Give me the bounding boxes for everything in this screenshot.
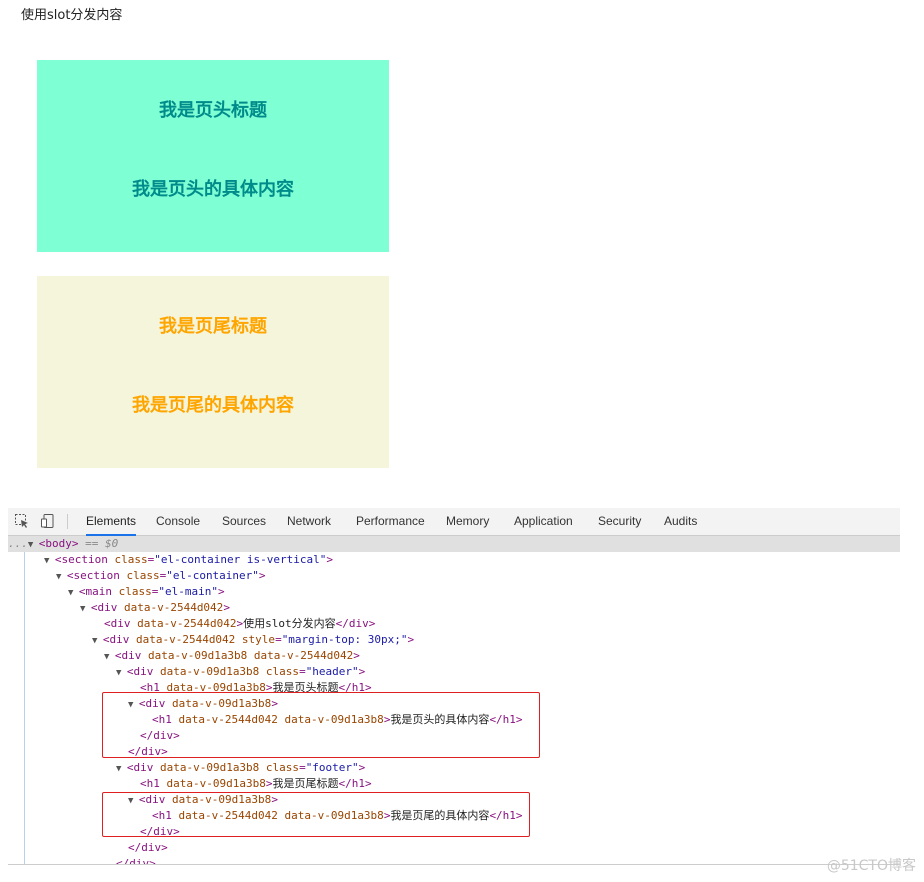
attr-name: data-v-2544d042 [129, 633, 236, 646]
tag-name: <main [78, 585, 112, 598]
attr-eq: = [275, 633, 282, 646]
devtools-panel: Elements Console Sources Network Perform… [8, 508, 900, 882]
closing-tag: </h1> [338, 777, 372, 790]
dom-node[interactable]: ▼ <main class="el-main"> [68, 584, 225, 600]
attr-name: data-v-2544d042 [130, 617, 237, 630]
footer-content: 我是页尾的具体内容 [132, 395, 294, 416]
dom-node[interactable]: ▼ <section class="el-container"> [56, 568, 266, 584]
attr-name: style [235, 633, 276, 646]
tag-name: <div [126, 665, 154, 678]
expand-triangle-icon: ▼ [27, 540, 39, 550]
dom-node[interactable]: </div> [128, 840, 168, 856]
attr-eq: = [299, 761, 306, 774]
highlight-header-slot [102, 692, 540, 758]
attr-name: class [107, 553, 148, 566]
closing-tag: </div> [335, 617, 376, 630]
tag-name: > [326, 553, 334, 566]
tag-name: > [358, 665, 366, 678]
tab-sources[interactable]: Sources [222, 508, 266, 535]
attr-name: class [259, 665, 300, 678]
tag-name: <h1 [140, 777, 160, 790]
tag-name: > [407, 633, 415, 646]
attr-name: class [119, 569, 160, 582]
attr-value: "margin-top: 30px;" [281, 633, 408, 646]
attr-value: "el-container is-vertical" [154, 553, 327, 566]
attr-name: data-v-2544d042 [117, 601, 224, 614]
tab-memory[interactable]: Memory [446, 508, 489, 535]
tag-name: <section [66, 569, 120, 582]
attr-value: "el-main" [158, 585, 218, 598]
tab-security[interactable]: Security [598, 508, 641, 535]
attr-value: "header" [305, 665, 359, 678]
attr-eq: = [299, 665, 306, 678]
closing-tag: </div> [128, 841, 168, 854]
attr-name: class [111, 585, 152, 598]
text-node: 我是页尾标题 [272, 777, 339, 790]
header-box: 我是页头标题 我是页头的具体内容 [37, 60, 389, 252]
header-title: 我是页头标题 [159, 100, 267, 121]
tag-name: > [217, 585, 225, 598]
tag-name: > [223, 601, 230, 614]
attr-value: "footer" [305, 761, 359, 774]
expand-triangle-icon: ▼ [116, 668, 127, 678]
dom-node[interactable]: ▼ <div data-v-2544d042 style="margin-top… [92, 632, 414, 648]
devtools-breadcrumb-bar [8, 864, 900, 882]
ellipsis-icon: ... [8, 537, 28, 550]
selected-note: == $0 [78, 537, 119, 550]
devtools-tabbar: Elements Console Sources Network Perform… [8, 508, 900, 536]
tab-elements[interactable]: Elements [86, 508, 137, 536]
tab-console[interactable]: Console [156, 508, 200, 535]
tag-name: > [353, 649, 360, 662]
attr-value: "el-container" [166, 569, 259, 582]
expand-triangle-icon: ▼ [92, 636, 103, 646]
footer-box: 我是页尾标题 我是页尾的具体内容 [37, 276, 389, 468]
attr-name: data-v-09d1a3b8 [153, 665, 260, 678]
expand-triangle-icon: ▼ [104, 652, 115, 662]
tab-audits[interactable]: Audits [664, 508, 697, 535]
tab-network[interactable]: Network [287, 508, 331, 535]
attr-name: data-v-2544d042 [247, 649, 354, 662]
highlight-footer-slot [102, 792, 530, 837]
dom-node[interactable]: <h1 data-v-09d1a3b8>我是页尾标题</h1> [140, 776, 372, 792]
device-toolbar-icon[interactable] [40, 513, 56, 529]
expand-triangle-icon: ▼ [116, 764, 127, 774]
dom-node[interactable]: ▼ <div data-v-09d1a3b8 class="header"> [116, 664, 365, 680]
toolbar-divider [67, 514, 68, 529]
tag-name: > [358, 761, 366, 774]
attr-name: data-v-09d1a3b8 [141, 649, 248, 662]
tag-name: <div [126, 761, 154, 774]
tag-name: <div [102, 633, 130, 646]
expand-triangle-icon: ▼ [80, 604, 91, 614]
attr-name: data-v-09d1a3b8 [159, 777, 266, 790]
attr-name: data-v-09d1a3b8 [153, 761, 260, 774]
tag-name: <section [54, 553, 108, 566]
text-node: 使用slot分发内容 [243, 617, 336, 630]
header-content: 我是页头的具体内容 [132, 179, 294, 200]
inspect-element-icon[interactable] [14, 513, 30, 529]
tag-name: <div [90, 601, 118, 614]
dom-node[interactable]: ▼ <div data-v-09d1a3b8 class="footer"> [116, 760, 365, 776]
tag-name: > [258, 569, 266, 582]
dom-node-selected[interactable]: ...▼ <body> == $0 [8, 536, 900, 552]
dom-node[interactable]: ▼ <section class="el-container is-vertic… [44, 552, 333, 568]
expand-triangle-icon: ▼ [56, 572, 67, 582]
tag-name: <div [114, 649, 142, 662]
footer-title: 我是页尾标题 [159, 316, 267, 337]
tag-name: <body> [38, 537, 79, 550]
tab-application[interactable]: Application [514, 508, 573, 535]
tab-performance[interactable]: Performance [356, 508, 425, 535]
dom-node[interactable]: <div data-v-2544d042>使用slot分发内容</div> [104, 616, 375, 632]
dom-node[interactable]: ▼ <div data-v-09d1a3b8 data-v-2544d042> [104, 648, 360, 664]
dom-node[interactable]: ▼ <div data-v-2544d042> [80, 600, 230, 616]
intro-text: 使用slot分发内容 [21, 8, 123, 23]
tag-name: <div [104, 617, 131, 630]
expand-triangle-icon: ▼ [68, 588, 79, 598]
watermark: @51CTO博客 [826, 858, 916, 874]
attr-name: class [259, 761, 300, 774]
expand-triangle-icon: ▼ [44, 556, 55, 566]
